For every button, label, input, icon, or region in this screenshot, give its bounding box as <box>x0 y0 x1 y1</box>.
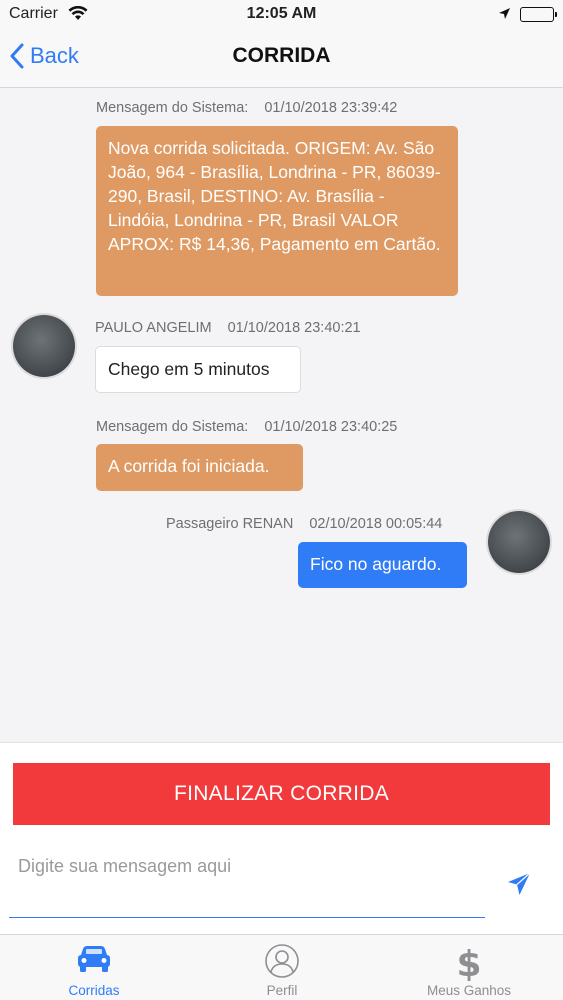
tab-meus-ganhos[interactable]: $ Meus Ganhos <box>375 935 563 1000</box>
status-bar: Carrier 12:05 AM <box>0 0 563 30</box>
send-icon[interactable] <box>506 871 532 902</box>
composer-panel: FINALIZAR CORRIDA <box>0 742 563 934</box>
message-meta: Mensagem do Sistema: 01/10/2018 23:40:25 <box>96 419 397 435</box>
tab-bar: Corridas Perfil $ Meus Ganhos <box>0 934 563 1000</box>
tab-label: Meus Ganhos <box>426 983 512 998</box>
message-sender: Mensagem do Sistema: <box>96 419 249 435</box>
message-sender: Passageiro RENAN <box>166 516 294 532</box>
tab-label: Perfil <box>266 983 298 998</box>
message-meta: Mensagem do Sistema: 01/10/2018 23:39:42 <box>96 100 397 116</box>
profile-icon <box>264 943 300 984</box>
navigation-bar: Back CORRIDA <box>0 30 563 88</box>
message-sender: Mensagem do Sistema: <box>96 100 249 116</box>
location-arrow-icon <box>498 7 511 25</box>
system-message-bubble: A corrida foi iniciada. <box>96 444 303 491</box>
car-icon <box>75 943 113 980</box>
status-time: 12:05 AM <box>246 5 317 22</box>
message-meta: Passageiro RENAN 02/10/2018 00:05:44 <box>166 516 442 532</box>
avatar[interactable] <box>488 511 550 573</box>
tab-label: Corridas <box>68 983 120 998</box>
message-date: 01/10/2018 23:40:25 <box>264 419 398 435</box>
finish-ride-button[interactable]: FINALIZAR CORRIDA <box>13 763 550 825</box>
svg-text:$: $ <box>456 944 481 981</box>
message-meta: PAULO ANGELIM 01/10/2018 23:40:21 <box>95 320 361 336</box>
message-date: 01/10/2018 23:40:21 <box>227 320 361 336</box>
message-sender: PAULO ANGELIM <box>95 320 212 336</box>
message-input[interactable] <box>9 848 485 918</box>
page-title: CORRIDA <box>232 44 331 67</box>
message-date: 01/10/2018 23:39:42 <box>264 100 398 116</box>
system-message-bubble: Nova corrida solicitada. ORIGEM: Av. São… <box>96 126 458 296</box>
tab-corridas[interactable]: Corridas <box>0 935 188 1000</box>
battery-icon <box>520 7 557 22</box>
message-date: 02/10/2018 00:05:44 <box>309 516 443 532</box>
incoming-message-bubble: Chego em 5 minutos <box>95 346 301 393</box>
chat-area[interactable]: Mensagem do Sistema: 01/10/2018 23:39:42 … <box>0 89 563 741</box>
outgoing-message-bubble: Fico no aguardo. <box>298 542 467 588</box>
tab-perfil[interactable]: Perfil <box>188 935 376 1000</box>
dollar-icon: $ <box>454 943 484 986</box>
avatar[interactable] <box>13 315 75 377</box>
